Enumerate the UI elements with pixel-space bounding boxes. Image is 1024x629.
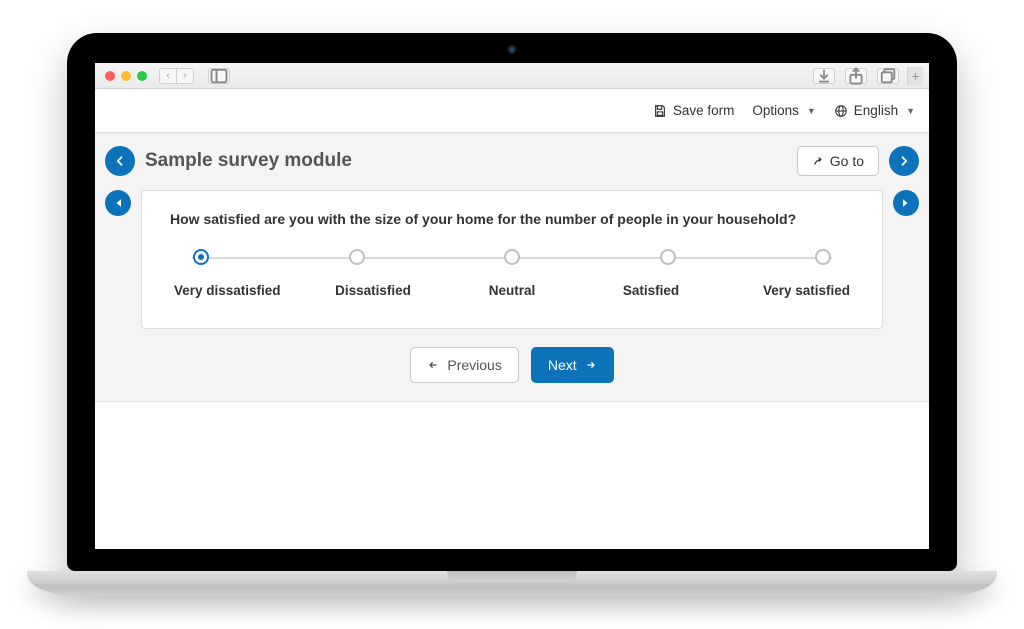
- question-text: How satisfied are you with the size of y…: [170, 211, 854, 227]
- likert-track: [192, 249, 832, 267]
- empty-space: [95, 402, 929, 549]
- next-button[interactable]: Next: [531, 347, 614, 383]
- arrow-left-icon: [427, 359, 439, 371]
- next-section-button[interactable]: [889, 146, 919, 176]
- previous-button[interactable]: Previous: [410, 347, 518, 383]
- likert-option-3[interactable]: [660, 249, 676, 265]
- minimize-window-icon[interactable]: [121, 71, 131, 81]
- nav-back-forward: ‹ ›: [159, 68, 194, 84]
- laptop-mockup: ‹ › +: [27, 33, 997, 596]
- likert-scale: Very dissatisfied Dissatisfied Neutral Sati…: [170, 249, 854, 298]
- save-form-label: Save form: [673, 103, 735, 118]
- laptop-base: [27, 571, 997, 596]
- page-band: Sample survey module Go to Ho: [95, 133, 929, 402]
- chevron-down-icon: ▼: [906, 106, 915, 116]
- globe-icon: [834, 104, 848, 118]
- skip-back-icon: [112, 197, 124, 209]
- likert-option-1[interactable]: [349, 249, 365, 265]
- page-title: Sample survey module: [145, 150, 352, 172]
- screen: ‹ › +: [95, 63, 929, 549]
- previous-label: Previous: [447, 357, 501, 373]
- options-dropdown[interactable]: Options ▼: [752, 103, 815, 118]
- next-label: Next: [548, 357, 577, 373]
- likert-option-2[interactable]: [504, 249, 520, 265]
- save-form-button[interactable]: Save form: [653, 103, 735, 118]
- save-icon: [653, 104, 667, 118]
- downloads-button[interactable]: [813, 68, 835, 84]
- likert-label-2: Neutral: [452, 283, 572, 298]
- share-button[interactable]: [845, 68, 867, 84]
- browser-forward-button[interactable]: ›: [176, 68, 194, 84]
- screen-bezel: ‹ › +: [67, 33, 957, 571]
- goto-arrow-icon: [812, 155, 824, 167]
- sidebar-toggle-button[interactable]: [208, 68, 230, 84]
- camera-icon: [508, 45, 517, 54]
- title-row: Sample survey module Go to: [95, 134, 929, 182]
- window-controls: [105, 71, 147, 81]
- question-card: How satisfied are you with the size of y…: [141, 190, 883, 329]
- chevron-right-icon: [898, 155, 910, 167]
- browser-back-button[interactable]: ‹: [159, 68, 177, 84]
- chevron-left-icon: [114, 155, 126, 167]
- likert-label-3: Satisfied: [591, 283, 711, 298]
- zoom-window-icon[interactable]: [137, 71, 147, 81]
- language-dropdown[interactable]: English ▼: [834, 103, 915, 118]
- goto-button[interactable]: Go to: [797, 146, 879, 176]
- last-question-button[interactable]: [893, 190, 919, 216]
- app-toolbar: Save form Options ▼ English ▼: [95, 89, 929, 133]
- skip-forward-icon: [900, 197, 912, 209]
- goto-label: Go to: [830, 153, 864, 169]
- options-label: Options: [752, 103, 799, 118]
- browser-chrome: ‹ › +: [95, 63, 929, 89]
- likert-label-1: Dissatisfied: [313, 283, 433, 298]
- likert-label-0: Very dissatisfied: [174, 283, 294, 298]
- likert-label-4: Very satisfied: [730, 283, 850, 298]
- prev-section-button[interactable]: [105, 146, 135, 176]
- language-label: English: [854, 103, 898, 118]
- first-question-button[interactable]: [105, 190, 131, 216]
- likert-option-0[interactable]: [193, 249, 209, 265]
- new-tab-button[interactable]: +: [907, 67, 923, 85]
- nav-row: Previous Next: [95, 329, 929, 401]
- tabs-button[interactable]: [877, 68, 899, 84]
- chevron-down-icon: ▼: [807, 106, 816, 116]
- likert-option-4[interactable]: [815, 249, 831, 265]
- arrow-right-icon: [585, 359, 597, 371]
- question-row: How satisfied are you with the size of y…: [95, 182, 929, 329]
- close-window-icon[interactable]: [105, 71, 115, 81]
